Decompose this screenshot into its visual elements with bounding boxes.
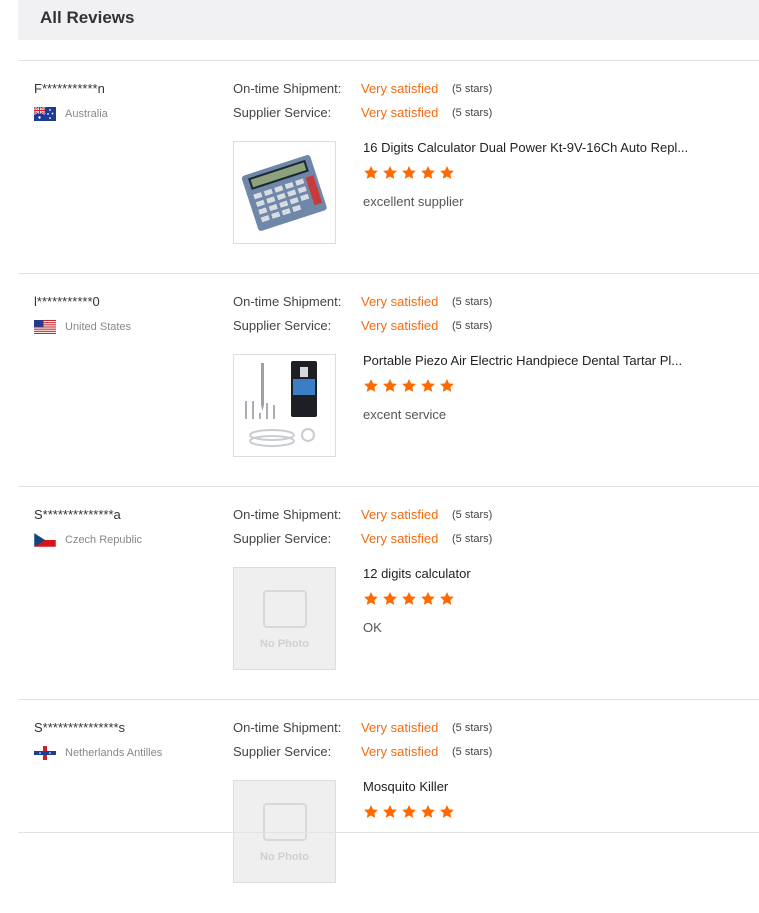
- shipment-rating: On-time Shipment: Very satisfied (5 star…: [233, 720, 492, 735]
- star-rating: [363, 165, 458, 181]
- shipment-label: On-time Shipment:: [233, 507, 342, 522]
- star-rating: [363, 804, 458, 820]
- service-value: Very satisfied: [361, 744, 439, 759]
- dental-handpiece-photo: [234, 355, 335, 456]
- reviews-header: All Reviews: [18, 0, 759, 40]
- review-item: S**************a Czech Republic On-time …: [0, 487, 759, 700]
- country-name: Netherlands Antilles: [65, 747, 163, 759]
- review-item: S***************s Netherlands Antilles O…: [0, 700, 759, 913]
- star-icon: [364, 805, 378, 818]
- shipment-value: Very satisfied: [361, 294, 439, 309]
- reviewer-country: Netherlands Antilles: [34, 746, 162, 760]
- shipment-rating: On-time Shipment: Very satisfied (5 star…: [233, 507, 492, 522]
- star-icon: [383, 805, 397, 818]
- shipment-rating: On-time Shipment: Very satisfied (5 star…: [233, 81, 492, 96]
- product-image[interactable]: [233, 354, 336, 457]
- product-image[interactable]: [233, 141, 336, 244]
- reviewer-name: S**************a: [34, 507, 121, 522]
- shipment-stars: (5 stars): [452, 721, 493, 734]
- image-placeholder-icon: [263, 590, 307, 628]
- service-stars: (5 stars): [452, 745, 493, 758]
- star-icon: [421, 166, 435, 179]
- star-icon: [440, 592, 454, 605]
- service-value: Very satisfied: [361, 531, 439, 546]
- netherlands-antilles-flag-icon: [34, 746, 56, 760]
- product-name[interactable]: Portable Piezo Air Electric Handpiece De…: [363, 353, 713, 368]
- product-image[interactable]: No Photo: [233, 567, 336, 670]
- calculator-photo: [234, 142, 335, 243]
- service-rating: Supplier Service: Very satisfied (5 star…: [233, 744, 492, 759]
- country-name: United States: [65, 321, 132, 333]
- review-comment: OK: [363, 620, 382, 635]
- page-title: All Reviews: [40, 8, 135, 27]
- czech-flag-icon: [34, 533, 56, 547]
- star-icon: [421, 379, 435, 392]
- reviewer-country: Australia: [34, 107, 108, 121]
- review-item: F***********n Australia On-time Shipment…: [0, 61, 759, 274]
- service-rating: Supplier Service: Very satisfied (5 star…: [233, 531, 492, 546]
- star-icon: [383, 379, 397, 392]
- usa-flag-icon: [34, 320, 56, 334]
- star-icon: [402, 805, 416, 818]
- no-photo-label: No Photo: [260, 851, 309, 863]
- service-label: Supplier Service:: [233, 531, 332, 546]
- star-icon: [383, 592, 397, 605]
- service-stars: (5 stars): [452, 106, 493, 119]
- service-value: Very satisfied: [361, 318, 439, 333]
- shipment-label: On-time Shipment:: [233, 294, 342, 309]
- country-name: Australia: [65, 108, 108, 120]
- service-label: Supplier Service:: [233, 744, 332, 759]
- service-rating: Supplier Service: Very satisfied (5 star…: [233, 105, 492, 120]
- shipment-value: Very satisfied: [361, 81, 439, 96]
- image-placeholder-icon: [263, 803, 307, 841]
- star-icon: [402, 592, 416, 605]
- shipment-stars: (5 stars): [452, 508, 493, 521]
- reviewer-name: l***********0: [34, 294, 100, 309]
- shipment-rating: On-time Shipment: Very satisfied (5 star…: [233, 294, 492, 309]
- reviewer-country: United States: [34, 320, 131, 334]
- product-name[interactable]: 12 digits calculator: [363, 566, 713, 581]
- star-icon: [440, 379, 454, 392]
- shipment-label: On-time Shipment:: [233, 720, 342, 735]
- service-label: Supplier Service:: [233, 318, 332, 333]
- review-item: l***********0 United States On-time Ship…: [0, 274, 759, 487]
- star-icon: [364, 379, 378, 392]
- shipment-value: Very satisfied: [361, 507, 439, 522]
- product-name[interactable]: Mosquito Killer: [363, 779, 713, 794]
- reviewer-country: Czech Republic: [34, 533, 142, 547]
- no-photo-label: No Photo: [260, 638, 309, 650]
- shipment-stars: (5 stars): [452, 295, 493, 308]
- star-icon: [440, 166, 454, 179]
- service-stars: (5 stars): [452, 532, 493, 545]
- star-icon: [402, 166, 416, 179]
- star-icon: [383, 166, 397, 179]
- review-comment: excent service: [363, 407, 447, 422]
- star-icon: [421, 805, 435, 818]
- reviewer-name: S***************s: [34, 720, 126, 735]
- service-rating: Supplier Service: Very satisfied (5 star…: [233, 318, 492, 333]
- reviewer-name: F***********n: [34, 81, 105, 96]
- star-rating: [363, 591, 458, 607]
- product-name[interactable]: 16 Digits Calculator Dual Power Kt-9V-16…: [363, 140, 713, 155]
- no-photo-placeholder: No Photo: [234, 568, 335, 669]
- review-comment: excellent supplier: [363, 194, 464, 209]
- service-label: Supplier Service:: [233, 105, 332, 120]
- shipment-stars: (5 stars): [452, 82, 493, 95]
- shipment-value: Very satisfied: [361, 720, 439, 735]
- star-icon: [402, 379, 416, 392]
- star-icon: [421, 592, 435, 605]
- star-rating: [363, 378, 458, 394]
- star-icon: [364, 166, 378, 179]
- service-value: Very satisfied: [361, 105, 439, 120]
- star-icon: [440, 805, 454, 818]
- star-icon: [364, 592, 378, 605]
- country-name: Czech Republic: [65, 534, 143, 546]
- divider: [18, 832, 759, 833]
- service-stars: (5 stars): [452, 319, 493, 332]
- australia-flag-icon: [34, 107, 56, 121]
- shipment-label: On-time Shipment:: [233, 81, 342, 96]
